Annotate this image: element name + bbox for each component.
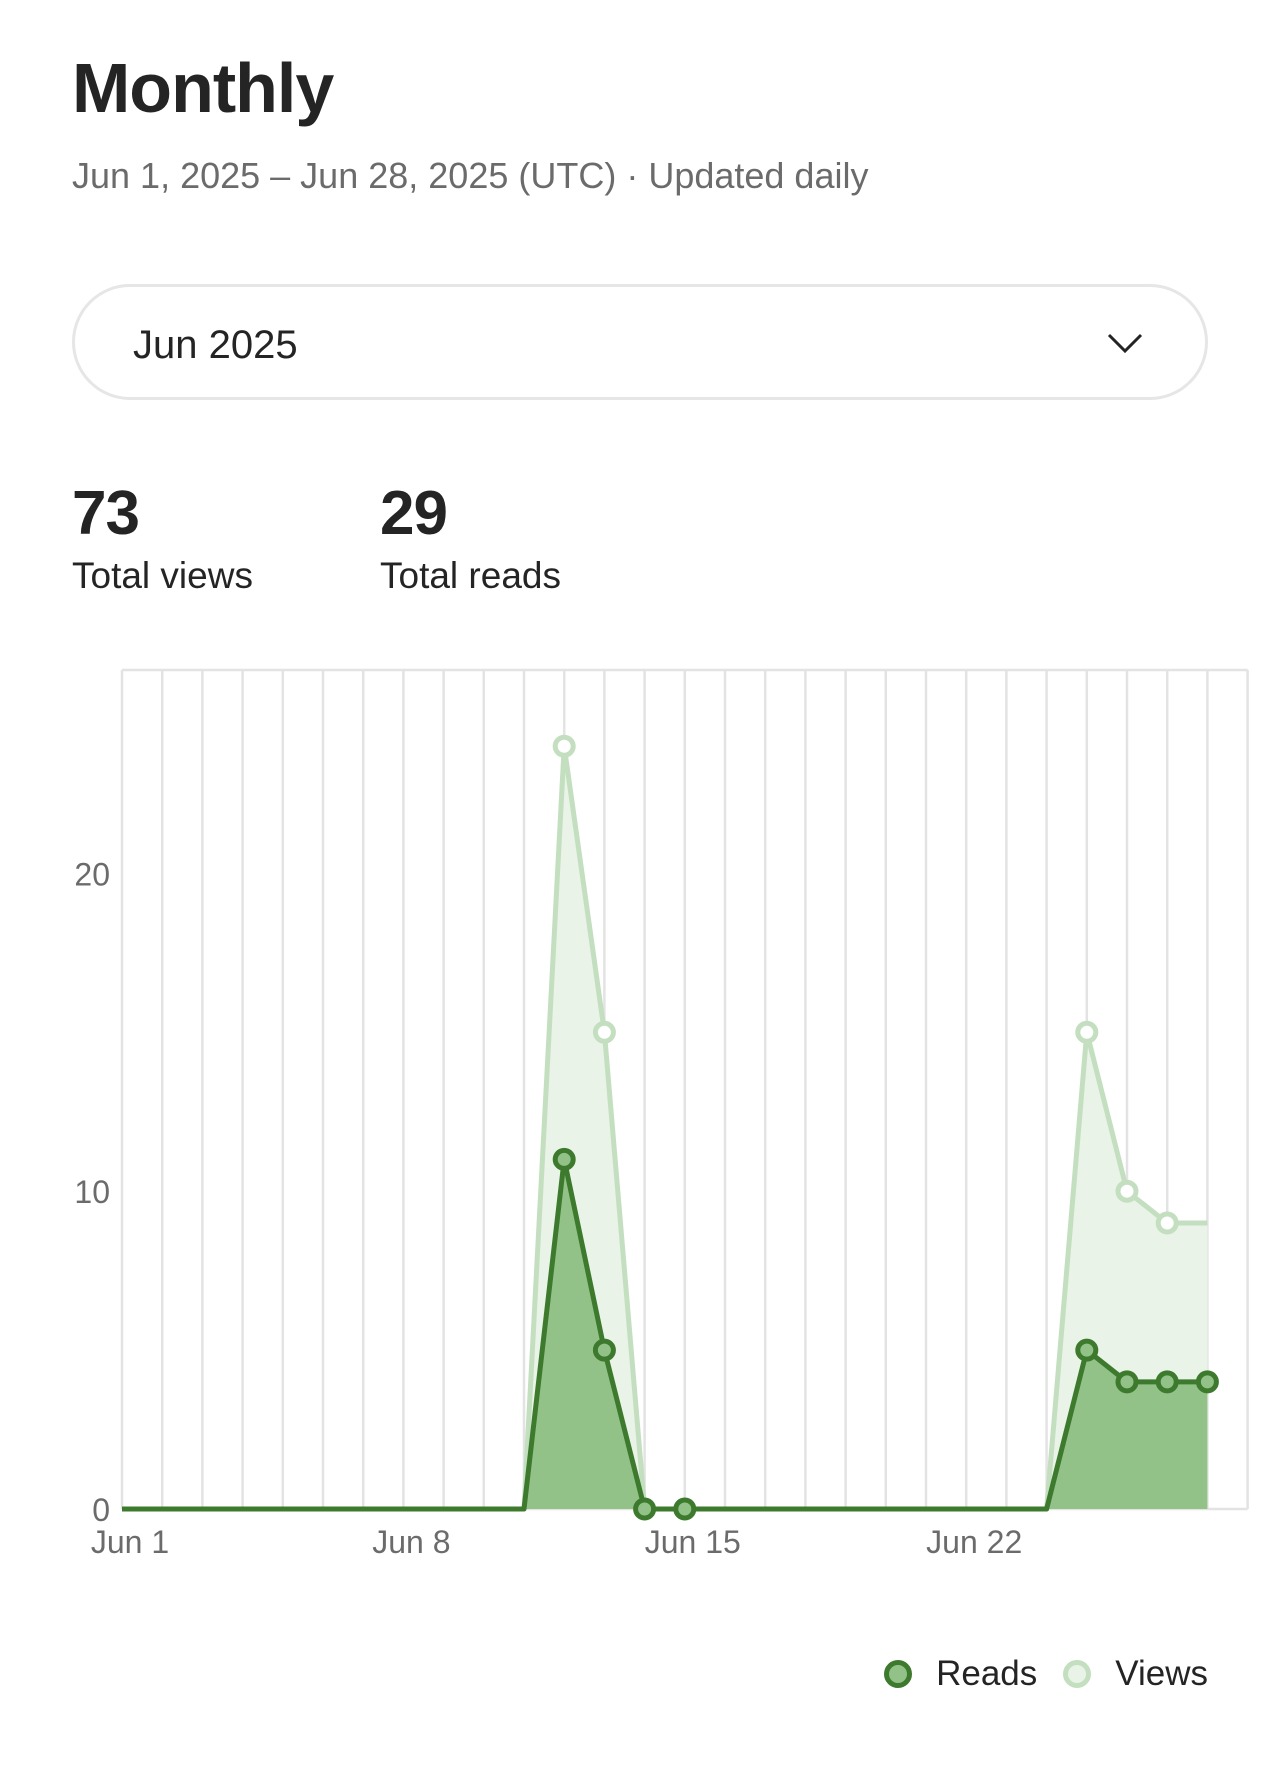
reads-point <box>673 1497 697 1521</box>
total-views-value: 73 <box>72 479 140 548</box>
x-tick-label: Jun 22 <box>926 1524 1022 1560</box>
reads-point <box>592 1338 616 1362</box>
month-select[interactable]: Jun 2025 <box>72 284 1208 400</box>
chevron-down-icon <box>1107 333 1143 354</box>
views-point <box>1155 1211 1179 1235</box>
x-tick-label: Jun 15 <box>645 1524 741 1560</box>
reads-point <box>1075 1338 1099 1362</box>
legend-reads-label: Reads <box>936 1654 1038 1693</box>
total-reads-value: 29 <box>380 479 448 548</box>
month-select-value: Jun 2025 <box>133 323 298 367</box>
legend-reads-marker <box>884 1660 913 1688</box>
views-point <box>1115 1179 1139 1203</box>
reads-point <box>1195 1370 1219 1394</box>
reads-line <box>122 1156 1208 1512</box>
legend-views-marker <box>1063 1660 1092 1688</box>
total-views-label: Total views <box>72 555 253 597</box>
views-point <box>552 734 576 758</box>
x-tick-label: Jun 8 <box>372 1524 450 1560</box>
reads-point <box>633 1497 657 1521</box>
page-title: Monthly <box>72 49 334 127</box>
date-range-subtitle: Jun 1, 2025 – Jun 28, 2025 (UTC) · Updat… <box>72 155 869 196</box>
legend-views-label: Views <box>1115 1654 1208 1693</box>
views-point <box>592 1020 616 1044</box>
x-tick-label: Jun 1 <box>91 1524 169 1560</box>
total-reads-label: Total reads <box>380 555 561 597</box>
reads-point <box>1155 1370 1179 1394</box>
chart-legend: Reads Views <box>858 1654 1208 1694</box>
legend-item-reads: Reads <box>884 1654 1037 1694</box>
reads-point <box>552 1147 576 1171</box>
legend-item-views: Views <box>1063 1654 1208 1694</box>
reads-area <box>122 1159 1208 1509</box>
y-tick-label: 0 <box>92 1492 110 1528</box>
total-reads-stat: 29 Total reads <box>380 479 561 599</box>
total-views-stat: 73 Total views <box>72 479 253 599</box>
y-tick-label: 20 <box>74 856 110 892</box>
y-tick-label: 10 <box>74 1174 110 1210</box>
views-point <box>1075 1020 1099 1044</box>
views-reads-chart: 0 10 20 Jun 1 Jun 8 Jun 15 Jun 22 <box>74 668 1249 1560</box>
views-area <box>122 746 1208 1509</box>
views-line <box>122 743 1208 1512</box>
reads-point <box>1115 1370 1139 1394</box>
